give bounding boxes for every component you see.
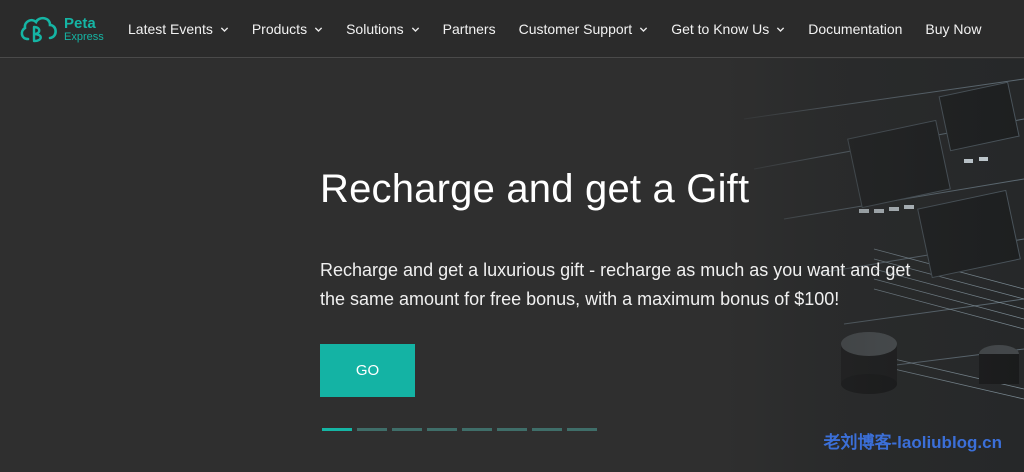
cloud-logo-icon: [20, 16, 57, 43]
nav-item-latest-events[interactable]: Latest Events: [128, 21, 229, 37]
nav-item-documentation[interactable]: Documentation: [808, 21, 902, 37]
brand-logo[interactable]: Peta Express: [18, 12, 113, 46]
nav-item-get-to-know-us[interactable]: Get to Know Us: [671, 21, 785, 37]
chevron-down-icon: [639, 25, 648, 34]
carousel-dot-2[interactable]: [357, 428, 387, 431]
nav-label: Get to Know Us: [671, 21, 770, 37]
nav-label: Solutions: [346, 21, 404, 37]
nav-item-solutions[interactable]: Solutions: [346, 21, 420, 37]
carousel-dot-7[interactable]: [532, 428, 562, 431]
nav-item-partners[interactable]: Partners: [443, 21, 496, 37]
hero-banner: Recharge and get a Gift Recharge and get…: [0, 59, 1024, 472]
chevron-down-icon: [411, 25, 420, 34]
watermark: 老刘博客-laoliublog.cn: [823, 433, 1003, 452]
nav-item-products[interactable]: Products: [252, 21, 323, 37]
carousel-indicators: [322, 428, 602, 431]
nav-label: Partners: [442, 21, 496, 37]
carousel-dot-6[interactable]: [497, 428, 527, 431]
brand-name: Peta: [64, 14, 96, 32]
nav-item-customer-support[interactable]: Customer Support: [519, 21, 649, 37]
chevron-down-icon: [220, 25, 229, 34]
hero-title: Recharge and get a Gift: [320, 167, 750, 211]
nav-label: Customer Support: [518, 21, 633, 37]
nav-label: Products: [251, 21, 308, 37]
carousel-dot-1[interactable]: [322, 428, 352, 431]
carousel-dot-8[interactable]: [567, 428, 597, 431]
top-navbar: Peta Express Latest Events Products Solu…: [0, 0, 1024, 58]
nav-label: Documentation: [808, 21, 903, 37]
carousel-dot-4[interactable]: [427, 428, 457, 431]
nav-label: Latest Events: [128, 21, 213, 37]
carousel-dot-3[interactable]: [392, 428, 422, 431]
hero-description: Recharge and get a luxurious gift - rech…: [320, 260, 911, 309]
nav-item-buy-now[interactable]: Buy Now: [925, 21, 981, 37]
main-nav: Latest Events Products Solutions Partner…: [128, 0, 1004, 58]
nav-label: Buy Now: [925, 21, 982, 37]
chevron-down-icon: [776, 25, 785, 34]
go-button[interactable]: GO: [320, 344, 415, 397]
carousel-dot-5[interactable]: [462, 428, 492, 431]
chevron-down-icon: [314, 25, 323, 34]
brand-subtitle: Express: [64, 30, 104, 43]
